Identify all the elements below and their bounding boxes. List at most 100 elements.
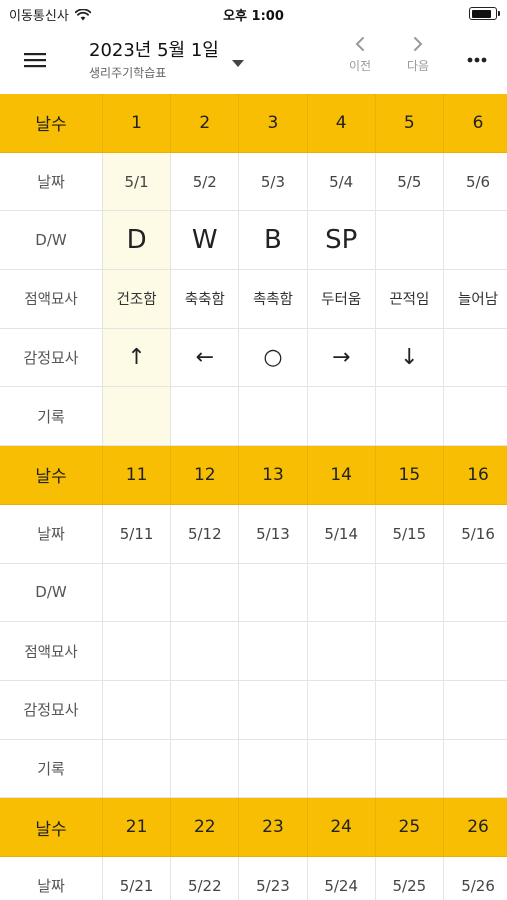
dw-cell[interactable] — [376, 211, 444, 270]
date-cell[interactable]: 5/15 — [376, 504, 444, 563]
emotion-cell[interactable]: → — [308, 328, 376, 387]
dw-cell[interactable]: SP — [308, 211, 376, 270]
mucus-cell[interactable]: 늘어남 — [444, 270, 507, 328]
emotion-cell[interactable] — [308, 680, 376, 739]
row-label-emotion: 감정묘사 — [0, 680, 103, 739]
mucus-cell[interactable]: 축축함 — [171, 270, 240, 328]
dw-cell[interactable] — [171, 563, 240, 622]
row-label-dw: D/W — [0, 563, 103, 622]
day-count-row: 날수 11 12 13 14 15 16 — [0, 446, 507, 505]
date-cell[interactable]: 5/24 — [308, 856, 376, 900]
record-cell[interactable] — [171, 387, 240, 446]
mucus-cell[interactable] — [239, 622, 308, 680]
mucus-row: 점액묘사 — [0, 622, 507, 681]
dw-cell[interactable] — [308, 563, 376, 622]
record-cell[interactable] — [239, 387, 308, 446]
dw-cell[interactable] — [103, 563, 172, 622]
date-cell[interactable]: 5/22 — [171, 856, 240, 900]
date-picker-toggle[interactable]: 2023년 5월 1일 — [89, 36, 219, 62]
date-title-block: 2023년 5월 1일 생리주기학습표 — [89, 36, 219, 81]
record-cell[interactable] — [103, 387, 172, 446]
chevron-left-icon — [355, 37, 364, 51]
row-label-day-count: 날수 — [0, 446, 103, 504]
battery-level — [471, 9, 492, 18]
date-cell[interactable]: 5/6 — [444, 153, 507, 211]
dw-cell[interactable]: W — [171, 211, 240, 270]
record-row: 기록 — [0, 387, 507, 447]
dw-cell[interactable] — [376, 563, 444, 622]
dw-cell[interactable]: D — [103, 211, 172, 270]
date-cell[interactable]: 5/12 — [171, 504, 240, 563]
cycle-table: 날수 1 2 3 4 5 6 날짜 5/1 5/2 5/3 5/4 5/5 5/… — [0, 94, 507, 900]
app-header: 2023년 5월 1일 생리주기학습표 이전 다음 — [0, 28, 507, 94]
date-cell[interactable]: 5/5 — [376, 152, 444, 211]
menu-button[interactable] — [21, 48, 49, 72]
emotion-cell[interactable] — [239, 680, 308, 739]
date-cell[interactable]: 5/16 — [444, 505, 507, 563]
dw-cell[interactable] — [239, 563, 308, 622]
mucus-cell[interactable] — [376, 622, 444, 680]
record-cell[interactable] — [103, 739, 172, 798]
day-number: 12 — [171, 446, 240, 504]
day-count-row: 날수 1 2 3 4 5 6 — [0, 94, 507, 153]
emotion-cell[interactable]: ← — [171, 328, 240, 387]
row-label-date: 날짜 — [0, 152, 103, 211]
day-number: 24 — [308, 798, 376, 856]
date-cell[interactable]: 5/21 — [103, 856, 172, 900]
date-cell[interactable]: 5/26 — [444, 857, 507, 900]
emotion-cell[interactable] — [171, 680, 240, 739]
date-dropdown-button[interactable] — [224, 54, 244, 67]
status-bar: 이동통신사 오후 1:00 — [0, 0, 507, 28]
mucus-cell[interactable] — [171, 622, 240, 680]
mucus-cell[interactable] — [308, 622, 376, 680]
record-cell[interactable] — [444, 387, 507, 445]
date-cell[interactable]: 5/11 — [103, 504, 172, 563]
dw-cell[interactable] — [444, 564, 507, 622]
emotion-row: 감정묘사 — [0, 680, 507, 740]
mucus-cell[interactable] — [103, 622, 172, 680]
date-cell[interactable]: 5/25 — [376, 856, 444, 900]
record-cell[interactable] — [239, 739, 308, 798]
mucus-cell[interactable] — [444, 622, 507, 680]
day-number: 21 — [103, 798, 172, 856]
mucus-cell[interactable]: 끈적임 — [376, 270, 444, 328]
emotion-cell[interactable] — [103, 680, 172, 739]
record-cell[interactable] — [171, 739, 240, 798]
day-number: 4 — [308, 94, 376, 152]
date-cell[interactable]: 5/4 — [308, 152, 376, 211]
record-cell[interactable] — [308, 739, 376, 798]
record-cell[interactable] — [376, 739, 444, 798]
next-button[interactable]: 다음 — [398, 36, 438, 74]
prev-button[interactable]: 이전 — [340, 36, 380, 74]
dw-cell[interactable]: B — [239, 211, 308, 270]
record-cell[interactable] — [308, 387, 376, 446]
prev-label: 이전 — [348, 59, 372, 73]
more-options-icon — [467, 57, 487, 63]
emotion-cell[interactable] — [376, 680, 444, 739]
date-cell[interactable]: 5/23 — [239, 856, 308, 900]
dw-cell[interactable] — [444, 211, 507, 269]
date-cell[interactable]: 5/13 — [239, 504, 308, 563]
mucus-cell[interactable]: 두터움 — [308, 270, 376, 328]
emotion-cell[interactable] — [444, 329, 507, 387]
emotion-cell[interactable]: ↓ — [376, 328, 444, 387]
mucus-cell[interactable]: 촉촉함 — [239, 270, 308, 328]
row-label-mucus: 점액묘사 — [0, 622, 103, 680]
emotion-cell[interactable]: ○ — [239, 328, 308, 387]
record-cell[interactable] — [444, 740, 507, 798]
emotion-cell[interactable] — [444, 681, 507, 739]
date-cell[interactable]: 5/1 — [103, 152, 172, 211]
battery-icon — [469, 7, 500, 20]
mucus-cell[interactable]: 건조함 — [103, 270, 172, 328]
date-cell[interactable]: 5/2 — [171, 152, 240, 211]
chevron-right-icon — [414, 37, 423, 51]
date-cell[interactable]: 5/14 — [308, 504, 376, 563]
emotion-cell[interactable]: ↑ — [103, 328, 172, 387]
row-label-date: 날짜 — [0, 856, 103, 900]
more-button[interactable] — [463, 52, 491, 68]
day-number: 23 — [239, 798, 308, 856]
date-cell[interactable]: 5/3 — [239, 152, 308, 211]
page-subtitle: 생리주기학습표 — [89, 66, 167, 80]
day-number: 15 — [376, 446, 444, 504]
record-cell[interactable] — [376, 387, 444, 446]
